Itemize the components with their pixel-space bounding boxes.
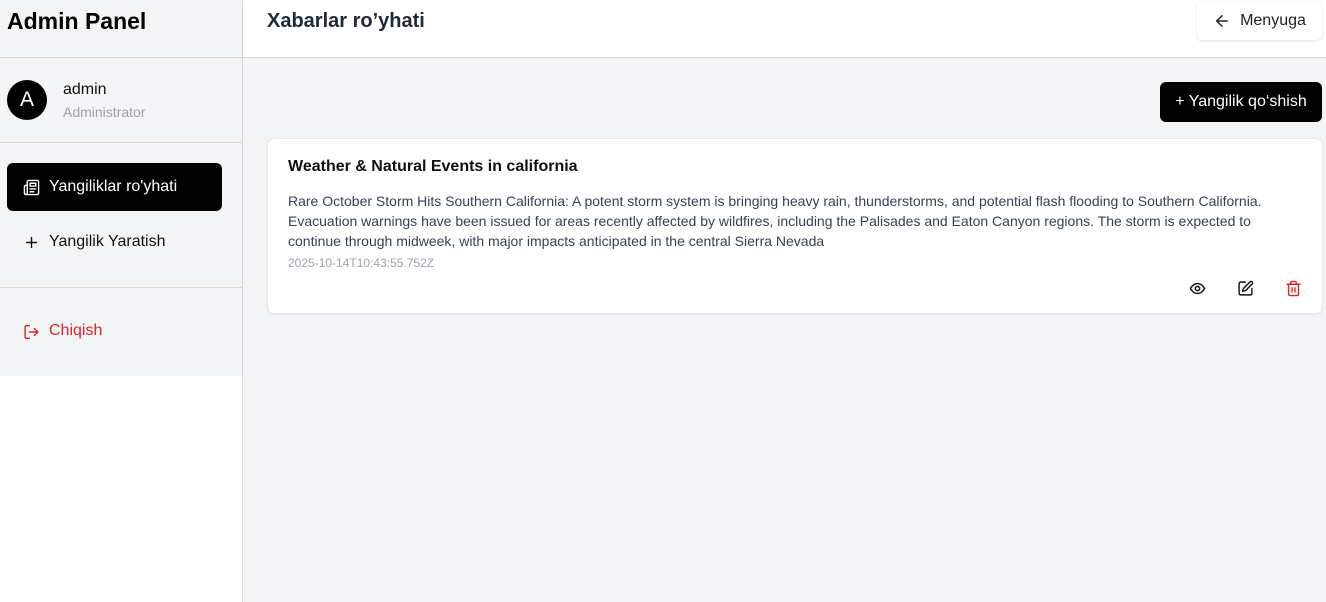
user-role: Administrator (63, 104, 146, 120)
news-date: 2025-10-14T10:43:55.752Z (288, 256, 435, 270)
news-title: Weather & Natural Events in california (288, 158, 578, 175)
news-card: Weather & Natural Events in california R… (267, 138, 1323, 314)
back-to-menu-button[interactable]: Menyuga (1197, 2, 1322, 40)
user-profile: A admin Administrator (0, 58, 242, 143)
sidebar-item-create-news[interactable]: Yangilik Yaratish (7, 218, 222, 266)
view-button[interactable] (1186, 277, 1208, 299)
delete-button[interactable] (1282, 277, 1304, 299)
sidebar-item-label: Yangiliklar ro'yhati (49, 178, 178, 195)
main-content: + Yangilik qo‘shish Weather & Natural Ev… (243, 58, 1326, 602)
sidebar-item-label: Yangilik Yaratish (49, 233, 166, 250)
arrow-left-icon (1216, 15, 1229, 27)
page-title: Xabarlar ro’yhati (267, 10, 425, 32)
plus-icon (23, 234, 40, 251)
sidebar: Admin Panel A admin Administrator Yangil… (0, 0, 243, 602)
sidebar-item-news-list[interactable]: Yangiliklar ro'yhati (7, 163, 222, 211)
edit-button[interactable] (1234, 277, 1256, 299)
sidebar-panel: Admin Panel A admin Administrator Yangil… (0, 0, 242, 376)
user-name: admin (63, 81, 107, 98)
sidebar-nav: Yangiliklar ro'yhati Yangilik Yaratish (0, 143, 242, 288)
add-news-button[interactable]: + Yangilik qo‘shish (1160, 82, 1322, 122)
news-actions (1186, 277, 1304, 299)
edit-icon (1237, 280, 1253, 296)
logout-icon (23, 323, 40, 340)
logout-button[interactable]: Chiqish (23, 322, 102, 340)
newspaper-icon (23, 179, 40, 196)
news-body: Rare October Storm Hits Southern Califor… (288, 193, 1262, 249)
back-label: Menyuga (1240, 12, 1306, 29)
trash-icon (1285, 280, 1301, 296)
avatar: A (7, 80, 47, 120)
top-header: Xabarlar ro’yhati Menyuga (243, 0, 1326, 58)
logout-label: Chiqish (49, 322, 103, 339)
eye-icon (1189, 282, 1205, 294)
brand-title: Admin Panel (0, 0, 242, 58)
